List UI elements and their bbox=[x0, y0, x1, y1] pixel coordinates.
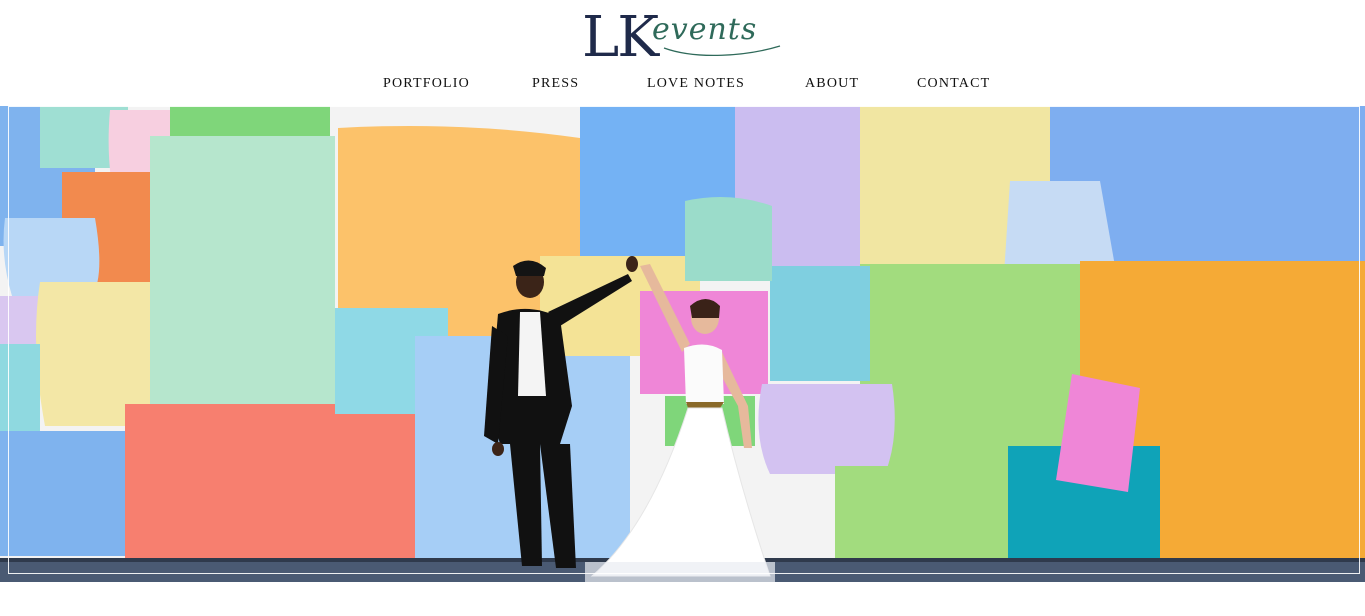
site-header: LK events PORTFOLIO PRESS LOVE NOTES ABO… bbox=[0, 0, 1365, 106]
hero-illustration bbox=[0, 106, 1365, 582]
nav-contact[interactable]: CONTACT bbox=[917, 76, 990, 92]
nav-portfolio[interactable]: PORTFOLIO bbox=[383, 76, 470, 92]
nav-press[interactable]: PRESS bbox=[532, 76, 579, 92]
logo-swash bbox=[663, 45, 781, 57]
logo-link[interactable]: LK events bbox=[582, 10, 787, 66]
nav-love-notes[interactable]: LOVE NOTES bbox=[647, 76, 745, 92]
hero-image bbox=[0, 106, 1365, 582]
main-nav: PORTFOLIO PRESS LOVE NOTES ABOUT CONTACT bbox=[0, 76, 1365, 96]
nav-about[interactable]: ABOUT bbox=[805, 76, 859, 92]
logo-mark: LK bbox=[582, 5, 659, 70]
